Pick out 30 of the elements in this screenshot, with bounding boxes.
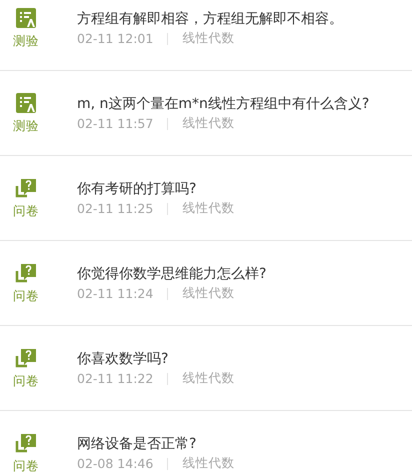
timestamp: 02-11 11:57 <box>77 116 154 131</box>
type-label: 问卷 <box>13 203 39 220</box>
type-label: 问卷 <box>13 373 39 390</box>
survey-icon <box>15 433 37 453</box>
item-title[interactable]: 你觉得你数学思维能力怎么样? <box>77 264 266 284</box>
type-label: 测验 <box>13 33 39 50</box>
item-title[interactable]: 你有考研的打算吗? <box>77 179 234 199</box>
course-name: 线性代数 <box>182 200 234 217</box>
item-title[interactable]: 网络设备是否正常? <box>77 434 234 454</box>
type-label: 问卷 <box>13 288 39 305</box>
survey-icon <box>15 263 37 283</box>
quiz-icon <box>16 8 36 28</box>
timestamp: 02-11 12:01 <box>77 31 154 46</box>
type-label: 测验 <box>13 118 39 135</box>
type-label: 问卷 <box>13 458 39 475</box>
item-title[interactable]: m, n这两个量在m*n线性方程组中有什么含义? <box>77 94 370 114</box>
course-name: 线性代数 <box>182 455 234 472</box>
quiz-icon <box>16 93 36 113</box>
course-name: 线性代数 <box>182 370 234 387</box>
course-name: 线性代数 <box>182 115 234 132</box>
item-title[interactable]: 方程组有解即相容，方程组无解即不相容。 <box>77 9 343 29</box>
course-name: 线性代数 <box>182 30 234 47</box>
survey-icon <box>15 348 37 368</box>
timestamp: 02-11 11:22 <box>77 371 154 386</box>
survey-icon <box>15 178 37 198</box>
item-title[interactable]: 你喜欢数学吗? <box>77 349 234 369</box>
course-name: 线性代数 <box>182 285 234 302</box>
timestamp: 02-11 11:25 <box>77 201 154 216</box>
timestamp: 02-08 14:46 <box>77 456 154 471</box>
timestamp: 02-11 11:24 <box>77 286 154 301</box>
